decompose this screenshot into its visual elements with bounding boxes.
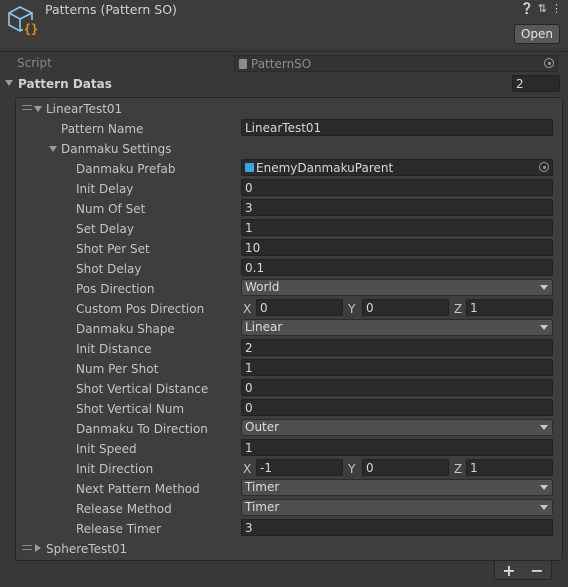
release-method-label: Release Method — [76, 502, 172, 516]
shot-vertical-distance-field[interactable]: 0 — [241, 379, 553, 396]
custom-pos-z-field[interactable]: 1 — [466, 299, 553, 316]
foldout-arrow-icon[interactable] — [35, 544, 41, 552]
shot-delay-field[interactable]: 0.1 — [241, 259, 553, 276]
pattern-datas-label[interactable]: Pattern Datas — [18, 77, 112, 91]
danmaku-prefab-field[interactable]: EnemyDanmakuParent — [241, 159, 553, 176]
x-axis-label: X — [243, 462, 252, 476]
svg-text:{}: {} — [24, 22, 38, 36]
custom-pos-direction-label: Custom Pos Direction — [76, 302, 205, 316]
script-value: PatternSO — [251, 57, 312, 71]
dropdown-arrow-icon — [540, 485, 548, 490]
danmaku-shape-label: Danmaku Shape — [76, 322, 175, 336]
dropdown-arrow-icon — [540, 285, 548, 290]
num-per-shot-field[interactable]: 1 — [241, 359, 553, 376]
help-icon[interactable]: ❔ — [520, 2, 534, 15]
danmaku-prefab-value: EnemyDanmakuParent — [256, 161, 394, 175]
shot-per-set-label: Shot Per Set — [76, 242, 150, 256]
num-of-set-field[interactable]: 3 — [241, 199, 553, 216]
pos-direction-dropdown[interactable]: World — [241, 279, 553, 296]
pattern-name-label: Pattern Name — [61, 122, 144, 136]
settings-sliders-icon[interactable]: ⇅ — [538, 2, 547, 15]
init-direction-label: Init Direction — [76, 462, 154, 476]
danmaku-to-direction-value: Outer — [245, 420, 280, 434]
dropdown-arrow-icon — [540, 325, 548, 330]
init-distance-field[interactable]: 2 — [241, 339, 553, 356]
next-pattern-method-label: Next Pattern Method — [76, 482, 200, 496]
release-method-dropdown[interactable]: Timer — [241, 499, 553, 516]
num-of-set-label: Num Of Set — [76, 202, 146, 216]
init-distance-label: Init Distance — [76, 342, 152, 356]
init-direction-z-field[interactable]: 1 — [466, 459, 553, 476]
add-element-button[interactable]: + — [502, 561, 515, 580]
script-field: PatternSO — [234, 55, 558, 72]
pos-direction-value: World — [245, 280, 280, 294]
element-label[interactable]: LinearTest01 — [46, 102, 122, 116]
z-axis-label: Z — [454, 302, 463, 316]
y-axis-label: Y — [348, 302, 356, 316]
shot-vertical-num-field[interactable]: 0 — [241, 399, 553, 416]
header-divider — [0, 51, 568, 52]
pattern-datas-size-field[interactable]: 2 — [512, 75, 560, 92]
object-picker-icon — [544, 58, 554, 68]
release-timer-label: Release Timer — [76, 522, 162, 536]
script-file-icon — [239, 59, 247, 69]
danmaku-to-direction-dropdown[interactable]: Outer — [241, 419, 553, 436]
x-axis-label: X — [243, 302, 252, 316]
next-pattern-method-dropdown[interactable]: Timer — [241, 479, 553, 496]
object-picker-icon[interactable] — [539, 162, 549, 172]
num-per-shot-label: Num Per Shot — [76, 362, 159, 376]
drag-handle-icon[interactable] — [22, 102, 32, 110]
open-button[interactable]: Open — [514, 24, 560, 44]
set-delay-label: Set Delay — [76, 222, 134, 236]
dropdown-arrow-icon — [540, 425, 548, 430]
y-axis-label: Y — [348, 462, 356, 476]
init-delay-label: Init Delay — [76, 182, 134, 196]
script-label: Script — [17, 56, 52, 70]
pattern-name-field[interactable]: LinearTest01 — [241, 119, 553, 136]
init-direction-y-field[interactable]: 0 — [362, 459, 449, 476]
inspector-title: Patterns (Pattern SO) — [45, 2, 177, 17]
init-direction-x-field[interactable]: -1 — [256, 459, 343, 476]
z-axis-label: Z — [454, 462, 463, 476]
danmaku-shape-value: Linear — [245, 320, 283, 334]
remove-element-button[interactable]: − — [530, 561, 543, 580]
release-method-value: Timer — [245, 500, 280, 514]
shot-vertical-num-label: Shot Vertical Num — [76, 402, 185, 416]
init-speed-label: Init Speed — [76, 442, 137, 456]
foldout-arrow-icon[interactable] — [49, 146, 57, 152]
prefab-cube-icon — [245, 163, 254, 172]
danmaku-to-direction-label: Danmaku To Direction — [76, 422, 208, 436]
custom-pos-x-field[interactable]: 0 — [256, 299, 343, 316]
custom-pos-y-field[interactable]: 0 — [362, 299, 449, 316]
foldout-arrow-icon[interactable] — [34, 106, 42, 112]
element-label[interactable]: SphereTest01 — [46, 542, 127, 556]
more-vert-icon[interactable]: ⋮ — [551, 2, 562, 15]
drag-handle-icon[interactable] — [22, 542, 32, 550]
release-timer-field[interactable]: 3 — [241, 519, 553, 536]
init-delay-field[interactable]: 0 — [241, 179, 553, 196]
danmaku-shape-dropdown[interactable]: Linear — [241, 319, 553, 336]
init-speed-field[interactable]: 1 — [241, 439, 553, 456]
scriptable-object-icon: {} — [8, 6, 39, 36]
next-pattern-method-value: Timer — [245, 480, 280, 494]
shot-per-set-field[interactable]: 10 — [241, 239, 553, 256]
shot-delay-label: Shot Delay — [76, 262, 142, 276]
danmaku-settings-label[interactable]: Danmaku Settings — [61, 142, 171, 156]
dropdown-arrow-icon — [540, 505, 548, 510]
set-delay-field[interactable]: 1 — [241, 219, 553, 236]
shot-vertical-distance-label: Shot Vertical Distance — [76, 382, 209, 396]
pos-direction-label: Pos Direction — [76, 282, 155, 296]
list-footer: + − — [494, 561, 552, 580]
foldout-arrow-icon[interactable] — [5, 80, 13, 86]
header-tools: ❔ ⇅ ⋮ — [520, 2, 562, 15]
danmaku-prefab-label: Danmaku Prefab — [76, 162, 176, 176]
